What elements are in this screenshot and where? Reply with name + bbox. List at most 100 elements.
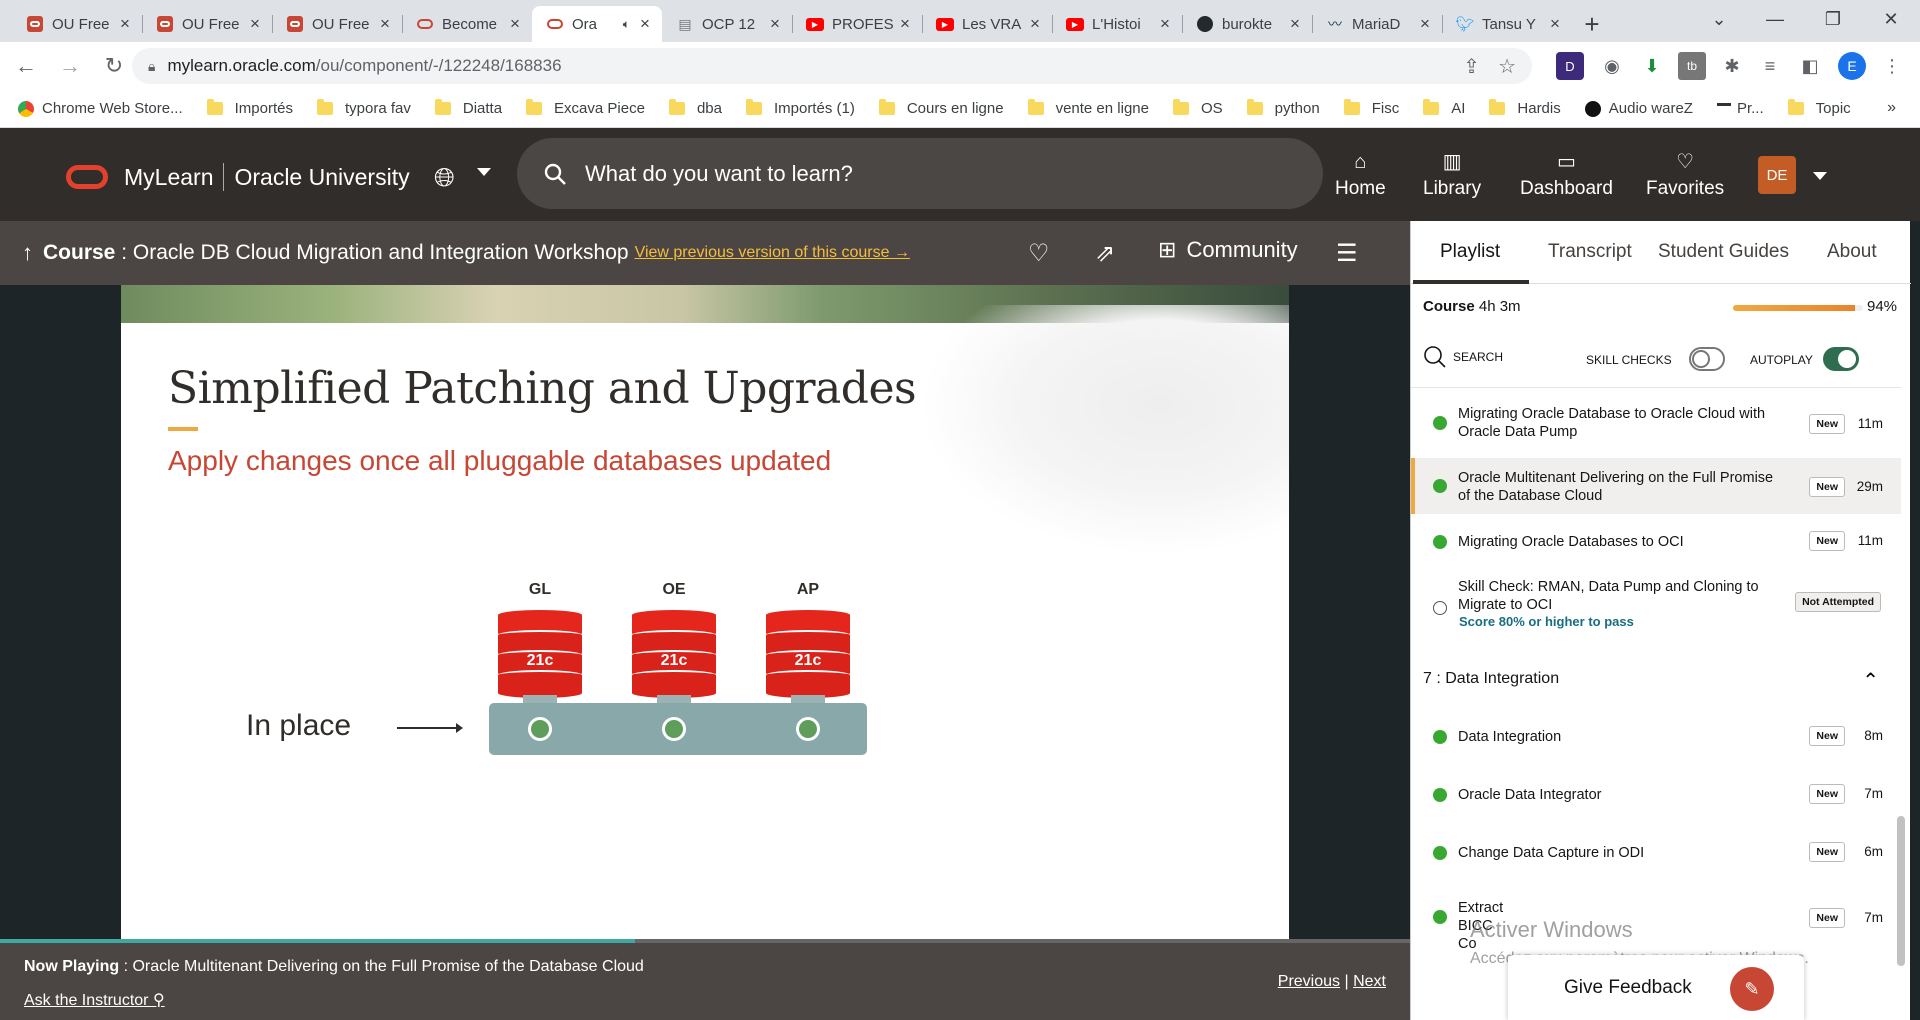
tab-search-icon[interactable]: ⌄ — [1690, 0, 1748, 38]
community-button[interactable]: ⊞ Community — [1158, 237, 1298, 263]
list-item-current[interactable]: Oracle Multitenant Delivering on the Ful… — [1411, 458, 1901, 514]
browser-tab[interactable]: burokte × — [1182, 6, 1312, 42]
bookmark-item[interactable]: python — [1246, 99, 1320, 117]
bookmark-item[interactable]: Hardis — [1489, 99, 1561, 117]
list-item[interactable]: Migrating Oracle Database to Oracle Clou… — [1411, 388, 1901, 458]
oracle-logo-icon[interactable] — [66, 165, 108, 189]
bookmark-item[interactable]: Fisc — [1343, 99, 1399, 117]
playlist-scrollbar[interactable] — [1897, 816, 1905, 966]
search-input[interactable]: What do you want to learn? — [517, 138, 1323, 209]
share-icon[interactable]: ⇪ — [1463, 54, 1480, 79]
bookmark-item[interactable]: typora fav — [316, 99, 411, 117]
puzzle-extensions-icon[interactable]: ✱ — [1718, 52, 1746, 80]
browser-tab[interactable]: OU Free × — [12, 6, 142, 42]
skill-checks-toggle[interactable] — [1689, 347, 1725, 371]
autoplay-toggle[interactable] — [1823, 347, 1859, 371]
restore-button[interactable]: ❐ — [1804, 0, 1862, 38]
list-item-skill-check[interactable]: Skill Check: RMAN, Data Pump and Cloning… — [1411, 572, 1901, 652]
brand[interactable]: MyLearn Oracle University — [124, 163, 410, 191]
previous-link[interactable]: Previous — [1278, 973, 1340, 990]
browser-tab[interactable]: ▶ PROFES × — [792, 6, 922, 42]
bookmark-item[interactable]: Topic — [1787, 99, 1851, 117]
bookmark-item[interactable]: Excava Piece — [526, 99, 645, 117]
close-tab-icon[interactable]: × — [896, 14, 914, 34]
new-tab-button[interactable]: + — [1572, 6, 1612, 42]
list-item[interactable]: Oracle Data Integrator New 7m — [1411, 766, 1901, 824]
close-tab-icon[interactable]: × — [636, 14, 654, 34]
bookmark-item[interactable]: Importés — [206, 99, 293, 117]
browser-tab[interactable]: ▤ OCP 12 × — [662, 6, 792, 42]
browser-tab[interactable]: OU Free × — [142, 6, 272, 42]
profile-avatar[interactable]: E — [1838, 52, 1866, 80]
list-item[interactable]: Change Data Capture in ODI New 6m — [1411, 824, 1901, 882]
language-caret-icon[interactable] — [477, 168, 491, 176]
bookmark-item[interactable]: Chrome Web Store... — [18, 100, 183, 117]
close-tab-icon[interactable]: × — [246, 14, 264, 34]
forward-button[interactable]: → — [52, 48, 88, 84]
back-button[interactable]: ← — [8, 48, 44, 84]
bookmark-item[interactable]: dba — [668, 99, 722, 117]
extension-1-icon[interactable]: D — [1556, 52, 1584, 80]
tab-about[interactable]: About — [1827, 241, 1877, 263]
nav-favorites[interactable]: ♡ Favorites — [1646, 150, 1724, 200]
tb-extension-icon[interactable]: tb — [1678, 52, 1706, 80]
next-link[interactable]: Next — [1353, 973, 1386, 990]
close-tab-icon[interactable]: × — [1416, 14, 1434, 34]
audio-playing-icon[interactable]: 🔈︎ — [623, 17, 630, 32]
share-course-icon[interactable]: ⇗ — [1095, 239, 1115, 268]
bookmark-item[interactable]: Importés (1) — [745, 99, 855, 117]
tab-transcript[interactable]: Transcript — [1548, 241, 1632, 263]
nav-dashboard[interactable]: ▭ Dashboard — [1520, 150, 1613, 200]
close-tab-icon[interactable]: × — [1156, 14, 1174, 34]
browser-tab[interactable]: OU Free × — [272, 6, 402, 42]
language-globe-icon[interactable]: 🌐︎ — [434, 162, 455, 194]
bookmark-item[interactable]: Diatta — [434, 99, 502, 117]
browser-tab[interactable]: Ora 🔈︎ × — [532, 6, 662, 42]
omnibox[interactable]: 🔒︎ mylearn.oracle.com/ou/component/-/122… — [132, 48, 1532, 84]
video-player[interactable]: Simplified Patching and Upgrades Apply c… — [0, 285, 1410, 940]
close-tab-icon[interactable]: × — [116, 14, 134, 34]
give-feedback-button[interactable]: Give Feedback ✎ — [1508, 955, 1804, 1020]
download-extension-icon[interactable]: ⬇ — [1638, 52, 1666, 80]
browser-tab[interactable]: ▶ L'Histoi × — [1052, 6, 1182, 42]
close-tab-icon[interactable]: × — [1026, 14, 1044, 34]
media-control-icon[interactable]: ≡ — [1756, 52, 1784, 80]
bookmarks-overflow-icon[interactable]: » — [1887, 99, 1896, 117]
bookmark-item[interactable]: vente en ligne — [1027, 99, 1149, 117]
bookmark-item[interactable]: Cours en ligne — [878, 99, 1004, 117]
close-tab-icon[interactable]: × — [766, 14, 784, 34]
browser-tab[interactable]: 🐦︎ Tansu Y × — [1442, 6, 1572, 42]
bookmark-item[interactable]: AI — [1423, 99, 1465, 117]
user-avatar[interactable]: DE — [1758, 156, 1796, 194]
close-tab-icon[interactable]: × — [1286, 14, 1304, 34]
ask-instructor-link[interactable]: Ask the Instructor ⚲ — [24, 990, 165, 1010]
browser-tab[interactable]: 〰 MariaD × — [1312, 6, 1442, 42]
bookmark-item[interactable]: Pr... — [1716, 100, 1764, 117]
list-item[interactable]: Data Integration New 8m — [1411, 708, 1901, 766]
close-tab-icon[interactable]: × — [376, 14, 394, 34]
cookie-extension-icon[interactable]: ◉ — [1598, 52, 1626, 80]
reload-button[interactable]: ↻ — [96, 48, 132, 84]
back-arrow-icon[interactable]: ↑ — [22, 240, 33, 266]
side-panel-icon[interactable]: ◧ — [1796, 52, 1824, 80]
bookmark-star-icon[interactable]: ☆ — [1498, 54, 1516, 79]
close-window-button[interactable]: ✕ — [1862, 0, 1920, 38]
toggle-playlist-icon[interactable]: ☰ — [1336, 239, 1358, 268]
nav-library[interactable]: ▥ Library — [1423, 150, 1481, 200]
previous-version-link[interactable]: View previous version of this course → — [635, 244, 910, 262]
close-tab-icon[interactable]: × — [506, 14, 524, 34]
playlist-search-button[interactable]: SEARCH — [1423, 345, 1503, 369]
chevron-up-icon[interactable]: ⌃ — [1862, 668, 1879, 693]
bookmark-item[interactable]: OS — [1172, 99, 1223, 117]
browser-tab[interactable]: Become × — [402, 6, 532, 42]
minimize-button[interactable]: — — [1746, 0, 1804, 38]
tab-student-guides[interactable]: Student Guides — [1658, 241, 1789, 263]
nav-home[interactable]: ⌂ Home — [1335, 150, 1386, 200]
close-tab-icon[interactable]: × — [1546, 14, 1564, 34]
user-menu-caret-icon[interactable] — [1813, 172, 1827, 180]
list-item[interactable]: Migrating Oracle Databases to OCI New 11… — [1411, 514, 1901, 572]
chrome-menu-icon[interactable]: ⋮ — [1878, 52, 1906, 80]
tab-playlist[interactable]: Playlist — [1440, 241, 1500, 263]
browser-tab[interactable]: ▶ Les VRA × — [922, 6, 1052, 42]
favorite-heart-icon[interactable]: ♡ — [1028, 239, 1050, 268]
